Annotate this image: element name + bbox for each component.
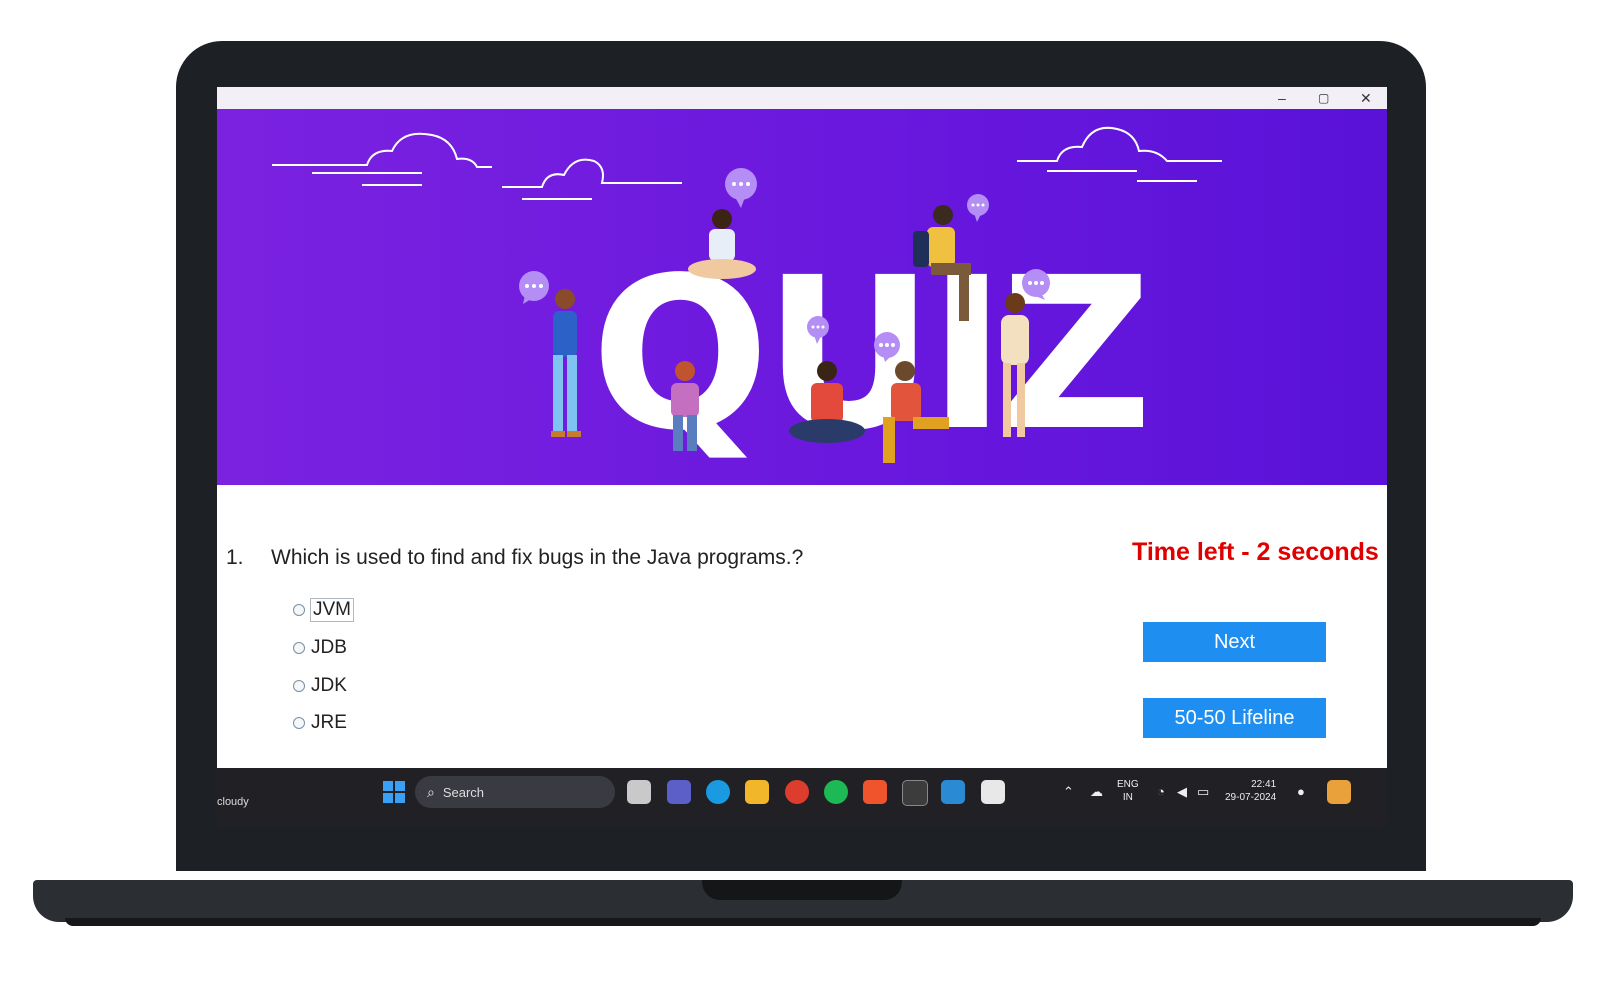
radio-button[interactable] [293, 717, 305, 729]
timer-label: Time left - 2 seconds [1132, 538, 1379, 566]
cloud-middle-icon [502, 158, 682, 200]
start-button[interactable] [383, 781, 405, 803]
option-label: JRE [311, 712, 347, 733]
person-illustration-icon [671, 361, 699, 451]
option-jvm[interactable]: JVM [293, 598, 354, 622]
option-label: JVM [310, 598, 354, 622]
person-illustration-icon [883, 361, 949, 463]
person-illustration-icon [1001, 293, 1029, 437]
chrome-icon[interactable] [785, 780, 809, 804]
java-app-icon[interactable] [981, 780, 1005, 804]
speech-bubble-icon [807, 316, 829, 344]
clock-time: 22:41 [1251, 779, 1277, 790]
lifeline-button[interactable]: 50-50 Lifeline [1143, 698, 1326, 738]
wifi-icon[interactable]: ◔ [1157, 784, 1165, 799]
option-label: JDK [311, 675, 347, 696]
taskbar-search[interactable]: ⌕ Search [415, 776, 615, 808]
copilot-icon[interactable] [1327, 780, 1351, 804]
lang-line2: IN [1122, 792, 1133, 803]
cloud-icon[interactable]: ☁ [1090, 784, 1103, 800]
battery-icon[interactable]: ▭ [1197, 784, 1209, 800]
minimize-button[interactable]: – [1278, 89, 1286, 107]
brave-icon[interactable] [863, 780, 887, 804]
window-titlebar: – ▢ ✕ [217, 87, 1387, 109]
speech-bubble-icon [725, 168, 757, 208]
file-explorer-thumbnail-icon[interactable] [627, 780, 651, 804]
person-illustration-icon [551, 289, 581, 437]
folder-icon[interactable] [745, 780, 769, 804]
laptop-base-lip [65, 918, 1541, 926]
close-button[interactable]: ✕ [1360, 89, 1372, 107]
clock[interactable]: 22:41 29-07-2024 [1225, 778, 1276, 804]
restore-button[interactable]: ▢ [1318, 89, 1329, 107]
weather-widget[interactable]: cloudy [217, 796, 249, 808]
lang-line1: ENG [1117, 779, 1139, 790]
option-jdb[interactable]: JDB [293, 637, 347, 659]
person-illustration-icon [688, 209, 756, 279]
clock-date: 29-07-2024 [1225, 792, 1277, 803]
question-text: Which is used to find and fix bugs in th… [271, 546, 804, 569]
cloud-right-icon [1017, 126, 1222, 182]
next-button[interactable]: Next [1143, 622, 1326, 662]
laptop-notch [702, 880, 902, 900]
teams-icon[interactable] [667, 780, 691, 804]
option-jre[interactable]: JRE [293, 712, 347, 734]
windows-logo-icon [383, 781, 393, 791]
terminal-icon[interactable] [902, 780, 928, 806]
search-icon: ⌕ [427, 783, 435, 800]
vscode-icon[interactable] [941, 780, 965, 804]
windows-taskbar: cloudy ⌕ Search ⌃ ☁ ENG IN ◔ ◀ ▭ 22:41 2… [217, 768, 1387, 827]
question-number: 1. [226, 546, 244, 569]
person-illustration-icon [789, 361, 865, 443]
option-jdk[interactable]: JDK [293, 675, 347, 697]
radio-button[interactable] [293, 604, 305, 616]
person-illustration-icon [913, 205, 971, 321]
volume-icon[interactable]: ◀ [1177, 784, 1187, 800]
chevron-up-icon[interactable]: ⌃ [1063, 784, 1074, 800]
screen: – ▢ ✕ QUIZ 1. Which is used to find and … [217, 87, 1387, 827]
option-label: JDB [311, 637, 347, 658]
spotify-icon[interactable] [824, 780, 848, 804]
quiz-banner: QUIZ [217, 109, 1387, 485]
radio-button[interactable] [293, 680, 305, 692]
notification-bell-icon[interactable]: ● [1297, 784, 1305, 799]
search-label: Search [442, 784, 485, 800]
edge-icon[interactable] [706, 780, 730, 804]
cloud-left-icon [272, 132, 492, 186]
language-indicator[interactable]: ENG IN [1117, 778, 1139, 804]
radio-button[interactable] [293, 642, 305, 654]
